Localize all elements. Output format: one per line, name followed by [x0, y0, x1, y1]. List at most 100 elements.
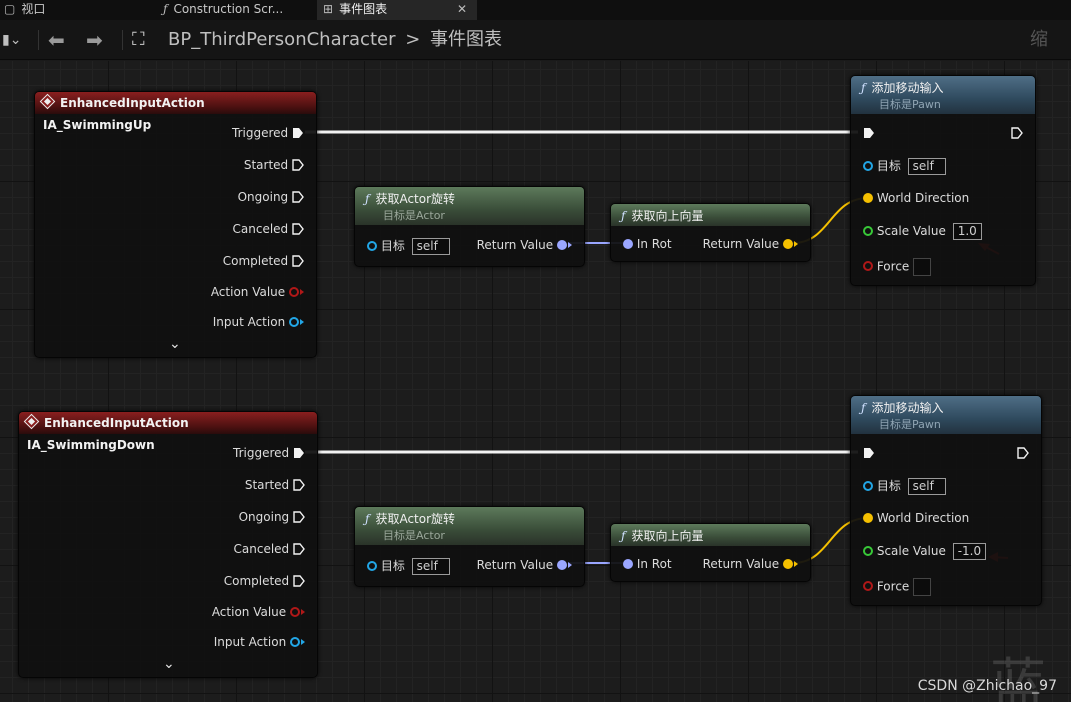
pin-triggered[interactable]: Triggered — [233, 446, 305, 460]
exec-filled-icon — [294, 447, 304, 458]
scale-value-field[interactable]: -1.0 — [952, 543, 987, 560]
pin-target[interactable]: 目标 self — [367, 238, 450, 255]
force-checkbox[interactable] — [913, 258, 932, 276]
pin-triggered[interactable]: Triggered — [232, 126, 304, 140]
zoom-label: 缩 — [1030, 29, 1048, 50]
pin-dot-icon — [783, 238, 793, 249]
event-icon — [41, 95, 54, 108]
node-title: 获取Actor旋转 — [375, 192, 456, 206]
pin-force[interactable]: Force — [863, 578, 932, 596]
pin-in-rot[interactable]: In Rot — [623, 237, 672, 251]
back-arrow-icon[interactable]: ⬅ — [48, 20, 65, 60]
target-field[interactable]: self — [907, 478, 946, 495]
pin-exec-out[interactable] — [1011, 126, 1023, 140]
pin-dot-icon — [367, 560, 377, 571]
target-field[interactable]: self — [907, 158, 946, 175]
forward-arrow-icon[interactable]: ➡ — [86, 20, 103, 60]
watermark: CSDN @Zhichao_97 — [917, 678, 1057, 694]
get-actor-rotation-node[interactable]: ƒ 获取Actor旋转 目标是Actor 目标 self Return Value — [354, 506, 585, 587]
get-actor-rotation-node[interactable]: ƒ 获取Actor旋转 目标是Actor 目标 self Return Value — [354, 186, 585, 267]
add-movement-input-node[interactable]: ƒ 添加移动输入 目标是Pawn 目标 self World Direction … — [850, 395, 1042, 606]
pin-ongoing[interactable]: Ongoing — [238, 190, 304, 204]
pin-dot-icon — [557, 559, 567, 570]
event-node-swimming-up[interactable]: EnhancedInputAction IA_SwimmingUp Trigge… — [34, 91, 317, 358]
pin-label: Ongoing — [237, 190, 289, 204]
pin-label: Completed — [223, 574, 290, 588]
pin-input-action[interactable]: Input Action — [213, 315, 304, 329]
pin-target[interactable]: 目标 self — [367, 558, 450, 575]
pin-scale-value[interactable]: Scale Value 1.0 — [863, 223, 982, 240]
pin-completed[interactable]: Completed — [224, 574, 305, 588]
pin-action-value[interactable]: Action Value — [211, 285, 304, 299]
breadcrumb-blueprint[interactable]: BP_ThirdPersonCharacter — [168, 29, 395, 50]
node-header: EnhancedInputAction IA_SwimmingUp — [35, 92, 316, 132]
pin-exec-in[interactable] — [863, 126, 875, 140]
pin-arrow-icon — [300, 318, 304, 325]
pin-return-value[interactable]: Return Value — [477, 558, 572, 572]
exec-filled-icon — [864, 447, 874, 458]
node-title: 获取向上向量 — [631, 209, 704, 223]
pin-label: Canceled — [232, 222, 289, 236]
exec-hollow-icon — [293, 478, 305, 491]
pin-label: Started — [243, 158, 289, 172]
pin-ongoing[interactable]: Ongoing — [239, 510, 305, 524]
pin-world-direction[interactable]: World Direction — [863, 511, 969, 525]
pin-exec-in[interactable] — [863, 446, 875, 460]
pin-label: Triggered — [232, 126, 289, 140]
pin-started[interactable]: Started — [244, 158, 304, 172]
pin-target[interactable]: 目标 self — [863, 478, 946, 495]
pin-action-value[interactable]: Action Value — [212, 605, 305, 619]
node-header: ƒ 获取向上向量 — [611, 524, 810, 546]
pin-scale-value[interactable]: Scale Value -1.0 — [863, 543, 987, 560]
pin-return-value[interactable]: Return Value — [703, 237, 798, 251]
pin-canceled[interactable]: Canceled — [233, 222, 304, 236]
breadcrumb-graph[interactable]: 事件图表 — [430, 29, 502, 50]
function-icon: ƒ — [861, 401, 866, 415]
pin-canceled[interactable]: Canceled — [234, 542, 305, 556]
pin-completed[interactable]: Completed — [223, 254, 304, 268]
chevron-down-icon[interactable]: ⌄ — [163, 656, 175, 672]
pin-dot-icon — [623, 558, 633, 569]
pin-started[interactable]: Started — [245, 478, 305, 492]
node-subtitle: 目标是Pawn — [879, 418, 941, 431]
scale-value-field[interactable]: 1.0 — [952, 223, 982, 240]
pin-target[interactable]: 目标 self — [863, 158, 946, 175]
tab-event-graph[interactable]: ⊞ 事件图表 ✕ — [317, 0, 477, 20]
divider — [122, 30, 123, 50]
chevron-down-icon[interactable]: ⌄ — [169, 336, 181, 352]
pin-in-rot[interactable]: In Rot — [623, 557, 672, 571]
get-up-vector-node[interactable]: ƒ 获取向上向量 In Rot Return Value — [610, 203, 811, 262]
pin-force[interactable]: Force — [863, 258, 932, 276]
pin-dot-icon — [289, 286, 299, 297]
exec-hollow-icon — [292, 190, 304, 203]
function-icon: ƒ — [621, 529, 626, 543]
pin-dot-icon — [863, 225, 873, 236]
node-title: 添加移动输入 — [871, 81, 944, 95]
exec-hollow-icon — [1017, 446, 1029, 459]
pin-arrow-icon — [300, 288, 304, 295]
close-icon[interactable]: ✕ — [457, 0, 467, 18]
pin-label: 目标 — [380, 559, 405, 573]
bookmark-icon[interactable]: ▮⌄ — [2, 20, 21, 60]
node-title: EnhancedInputAction IA_SwimmingUp — [43, 96, 205, 132]
divider — [38, 30, 39, 50]
function-icon: ƒ — [861, 81, 866, 95]
get-up-vector-node[interactable]: ƒ 获取向上向量 In Rot Return Value — [610, 523, 811, 582]
function-icon: ƒ — [621, 209, 626, 223]
pin-label: Return Value — [702, 557, 780, 571]
pin-input-action[interactable]: Input Action — [214, 635, 305, 649]
event-node-swimming-down[interactable]: EnhancedInputAction IA_SwimmingDown Trig… — [18, 411, 318, 678]
pin-return-value[interactable]: Return Value — [477, 238, 572, 252]
pin-label: In Rot — [636, 557, 672, 571]
force-checkbox[interactable] — [913, 578, 932, 596]
tab-viewport[interactable]: ▢ 视口 — [0, 0, 150, 20]
add-movement-input-node[interactable]: ƒ 添加移动输入 目标是Pawn 目标 self World Direction … — [850, 75, 1036, 286]
pin-dot-icon — [863, 261, 873, 271]
target-field[interactable]: self — [411, 558, 450, 575]
target-field[interactable]: self — [411, 238, 450, 255]
pin-label: Ongoing — [238, 510, 290, 524]
pin-exec-out[interactable] — [1017, 446, 1029, 460]
tab-construction-script[interactable]: ƒ Construction Scr... — [155, 0, 315, 20]
pin-return-value[interactable]: Return Value — [703, 557, 798, 571]
pin-world-direction[interactable]: World Direction — [863, 191, 969, 205]
